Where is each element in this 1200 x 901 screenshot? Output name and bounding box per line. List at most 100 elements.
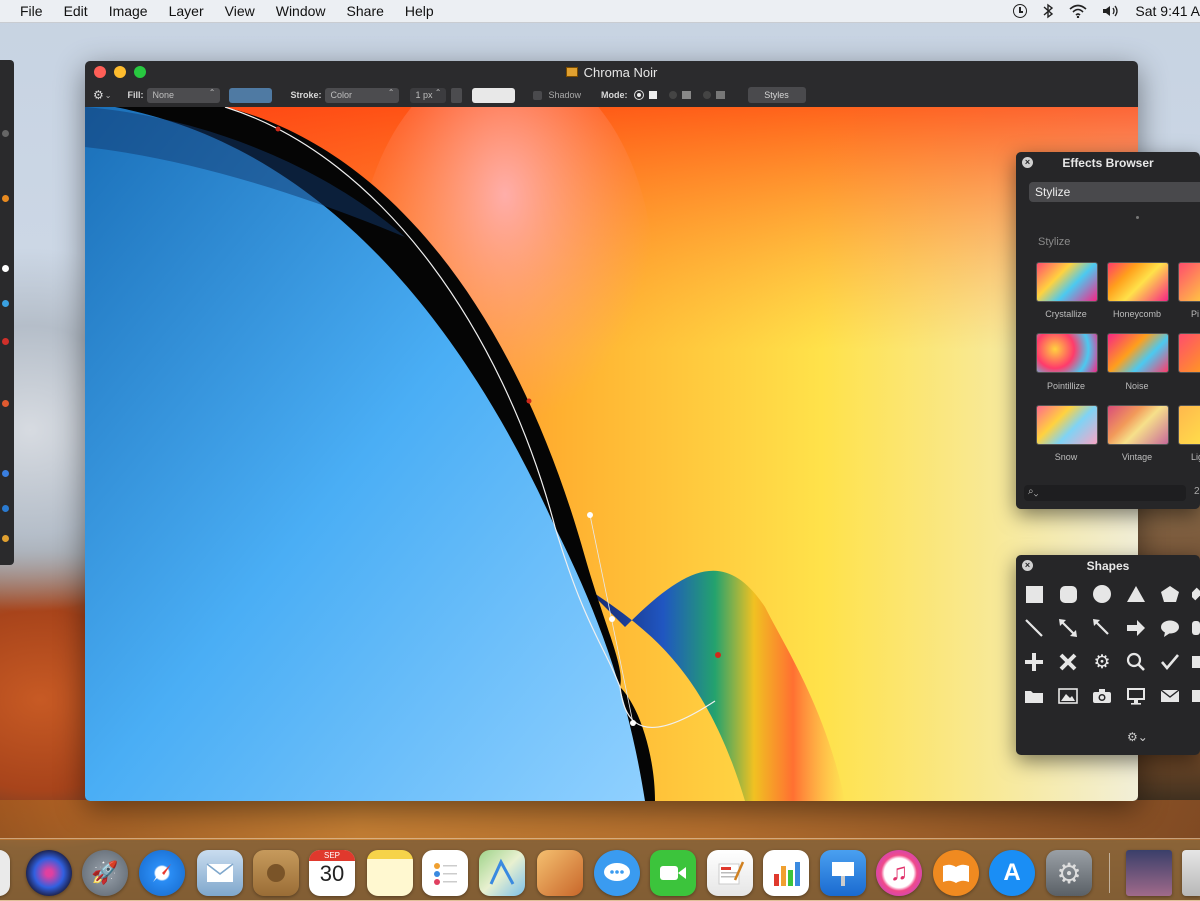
tool-icon[interactable]: [2, 505, 9, 512]
mode-radio-1[interactable]: [633, 90, 644, 100]
partial-shape-icon[interactable]: [1192, 616, 1200, 640]
menu-help[interactable]: Help: [405, 3, 434, 19]
stroke-width-field[interactable]: 1 px: [410, 87, 447, 103]
path-anchor-point[interactable]: [609, 616, 615, 622]
path-anchor-point[interactable]: [526, 398, 532, 404]
partial-shape-icon[interactable]: [1192, 582, 1200, 606]
folder-shape-icon[interactable]: [1022, 684, 1046, 708]
bezier-handle[interactable]: [587, 512, 593, 518]
stroke-popup[interactable]: Color: [325, 87, 400, 103]
double-arrow-shape-icon[interactable]: [1056, 616, 1080, 640]
effect-thumb-snow[interactable]: [1036, 405, 1098, 445]
tool-icon[interactable]: [2, 535, 9, 542]
path-anchor-point[interactable]: [275, 126, 281, 132]
effect-thumb-pointillize[interactable]: [1036, 333, 1098, 373]
dock-notes-icon[interactable]: [367, 850, 413, 896]
effect-thumb-honeycomb[interactable]: [1107, 262, 1169, 302]
camera-shape-icon[interactable]: [1090, 684, 1114, 708]
dock-safari-icon[interactable]: [139, 850, 185, 896]
resize-handle[interactable]: [1136, 216, 1139, 219]
dock-news-icon[interactable]: [707, 850, 753, 896]
circle-shape-icon[interactable]: [1090, 582, 1114, 606]
envelope-shape-icon[interactable]: [1158, 684, 1182, 708]
dock-finder-icon[interactable]: [0, 850, 10, 896]
tool-icon[interactable]: [2, 400, 9, 407]
plus-shape-icon[interactable]: [1022, 650, 1046, 674]
effects-category-popup[interactable]: Stylize: [1029, 182, 1200, 202]
path-anchor-point[interactable]: [715, 652, 721, 658]
fill-color-swatch[interactable]: [229, 87, 273, 103]
image-canvas[interactable]: [85, 107, 1138, 801]
chevron-down-icon[interactable]: ⌄: [105, 91, 112, 100]
shadow-checkbox[interactable]: [533, 90, 543, 100]
dock-ibooks-icon[interactable]: [933, 850, 979, 896]
effect-thumb-vintage[interactable]: [1107, 405, 1169, 445]
tool-icon[interactable]: [2, 265, 9, 272]
dock-mail-icon[interactable]: [197, 850, 243, 896]
close-button[interactable]: [94, 66, 106, 78]
dock-calendar-icon[interactable]: SEP 30: [309, 850, 355, 896]
styles-button[interactable]: Styles: [747, 87, 806, 103]
bluetooth-icon[interactable]: [1041, 3, 1055, 19]
gear-shape-icon[interactable]: ⚙: [1090, 650, 1114, 674]
line-shape-icon[interactable]: [1022, 616, 1046, 640]
arrow-diagonal-shape-icon[interactable]: [1090, 616, 1114, 640]
tool-icon[interactable]: [2, 195, 9, 202]
wifi-icon[interactable]: [1069, 4, 1087, 18]
close-icon[interactable]: ×: [1022, 560, 1033, 571]
dock-maps-icon[interactable]: [479, 850, 525, 896]
dock-system-preferences-icon[interactable]: ⚙: [1046, 850, 1092, 896]
gear-icon[interactable]: ⚙: [93, 88, 104, 102]
dock-itunes-icon[interactable]: ♫: [876, 850, 922, 896]
partial-shape-icon[interactable]: [1192, 650, 1200, 674]
dock-desktop-folder-icon[interactable]: [1126, 850, 1172, 896]
bezier-handle[interactable]: [630, 720, 636, 726]
zoom-button[interactable]: [134, 66, 146, 78]
menu-share[interactable]: Share: [347, 3, 384, 19]
cross-shape-icon[interactable]: [1056, 650, 1080, 674]
time-machine-icon[interactable]: [1013, 4, 1028, 18]
effect-thumb-partial[interactable]: [1178, 333, 1200, 373]
dock-photos-icon[interactable]: [537, 850, 583, 896]
fill-popup[interactable]: None: [147, 87, 221, 103]
dock-app-store-icon[interactable]: A: [989, 850, 1035, 896]
tool-icon[interactable]: [2, 130, 9, 137]
monitor-shape-icon[interactable]: [1124, 684, 1148, 708]
minimize-button[interactable]: [114, 66, 126, 78]
stroke-color-swatch[interactable]: [472, 87, 516, 103]
dock-siri-icon[interactable]: [26, 850, 72, 896]
effect-thumb-pi[interactable]: [1178, 262, 1200, 302]
stroke-width-stepper[interactable]: [451, 87, 463, 103]
effect-thumb-light[interactable]: [1178, 405, 1200, 445]
magnifier-shape-icon[interactable]: [1124, 650, 1148, 674]
tool-icon[interactable]: [2, 338, 9, 345]
checkmark-shape-icon[interactable]: [1158, 650, 1182, 674]
dock-facetime-icon[interactable]: [650, 850, 696, 896]
menubar-clock[interactable]: Sat 9:41 A: [1135, 3, 1200, 19]
mode-radio-3[interactable]: [702, 91, 711, 99]
close-icon[interactable]: ×: [1022, 157, 1033, 168]
arrow-right-shape-icon[interactable]: [1124, 616, 1148, 640]
square-shape-icon[interactable]: [1022, 582, 1046, 606]
tool-icon[interactable]: [2, 300, 9, 307]
volume-icon[interactable]: [1101, 4, 1121, 18]
dock-messages-icon[interactable]: [594, 850, 640, 896]
menu-image[interactable]: Image: [109, 3, 148, 19]
menu-view[interactable]: View: [225, 3, 255, 19]
picture-shape-icon[interactable]: [1056, 684, 1080, 708]
dock-launchpad-icon[interactable]: 🚀: [82, 850, 128, 896]
dock-numbers-icon[interactable]: [763, 850, 809, 896]
menu-file[interactable]: File: [20, 3, 43, 19]
triangle-shape-icon[interactable]: [1124, 582, 1148, 606]
dock-keynote-icon[interactable]: [820, 850, 866, 896]
effect-thumb-noise[interactable]: [1107, 333, 1169, 373]
dock-trash-icon[interactable]: [1182, 850, 1200, 896]
mode-radio-2[interactable]: [668, 91, 677, 99]
search-icon[interactable]: ⌕⌄: [1028, 486, 1038, 497]
canvas-artwork[interactable]: [85, 107, 1138, 801]
effects-search-field[interactable]: ⌕⌄: [1024, 485, 1186, 501]
menu-layer[interactable]: Layer: [169, 3, 204, 19]
pentagon-shape-icon[interactable]: [1158, 582, 1182, 606]
rounded-square-shape-icon[interactable]: [1056, 582, 1080, 606]
menu-edit[interactable]: Edit: [64, 3, 88, 19]
